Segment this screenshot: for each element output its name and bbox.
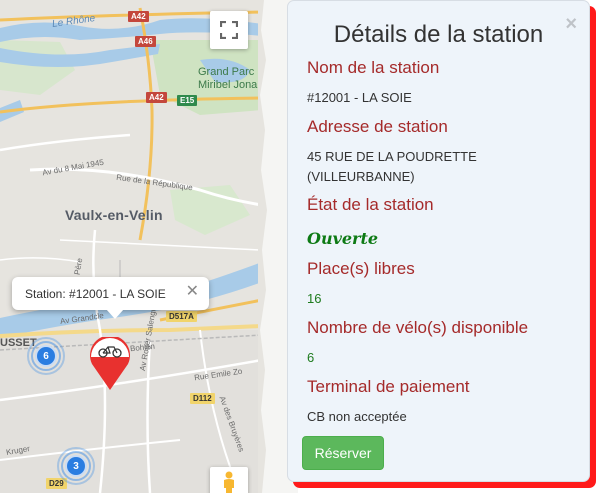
fullscreen-button[interactable] xyxy=(210,11,248,49)
available-bikes-label: Nombre de vélo(s) disponible xyxy=(307,318,529,337)
station-address-label: Adresse de station xyxy=(307,117,448,136)
marker-cluster[interactable]: 3 xyxy=(57,447,95,485)
road-badge-d112: D112 xyxy=(190,393,215,404)
fullscreen-icon xyxy=(220,21,238,39)
bike-station-marker-icon[interactable] xyxy=(89,337,131,391)
marker-cluster[interactable]: 6 xyxy=(27,337,65,375)
cluster-count: 3 xyxy=(65,455,87,477)
station-name-label: Nom de la station xyxy=(307,58,440,77)
info-window-tail xyxy=(106,309,124,319)
info-window-close-icon[interactable]: ✕ xyxy=(186,284,199,300)
road-badge-a46: A46 xyxy=(135,36,156,47)
station-state-value: Ouverte xyxy=(307,229,379,248)
road-badge-a42-mid: A42 xyxy=(146,92,167,103)
map-info-window: Station: #12001 - LA SOIE ✕ xyxy=(12,277,209,319)
free-slots-value: 16 xyxy=(307,291,322,306)
station-state-label: État de la station xyxy=(307,195,434,214)
station-name-value: #12001 - LA SOIE xyxy=(307,90,412,105)
panel-title: Détails de la station xyxy=(333,21,544,48)
map-view[interactable]: Le Rhône Grand Parc Miribel Jona Av du 8… xyxy=(0,0,262,493)
station-address-line2: (VILLEURBANNE) xyxy=(307,169,415,184)
road-badge-d517a: D517A xyxy=(166,311,197,322)
available-bikes-value: 6 xyxy=(307,350,315,365)
street-view-pegman-icon xyxy=(224,471,234,493)
park-label-line2: Miribel Jona xyxy=(198,79,258,91)
free-slots-label: Place(s) libres xyxy=(307,259,415,278)
info-window-text: Station: #12001 - LA SOIE xyxy=(25,286,166,301)
road-badge-a42-top: A42 xyxy=(128,11,149,22)
street-view-button[interactable] xyxy=(210,467,248,493)
close-icon[interactable]: × xyxy=(565,14,577,34)
station-details-panel: × Détails de la station Nom de la statio… xyxy=(287,0,590,482)
reserve-button[interactable]: Réserver xyxy=(302,436,384,470)
payment-terminal-value: CB non acceptée xyxy=(307,409,407,424)
station-address-line1: 45 RUE DE LA POUDRETTE xyxy=(307,149,477,164)
cluster-count: 6 xyxy=(35,345,57,367)
park-label-line1: Grand Parc xyxy=(198,66,255,78)
payment-terminal-label: Terminal de paiement xyxy=(307,377,470,396)
city-label: Vaulx-en-Velin xyxy=(65,207,163,223)
road-badge-e15: E15 xyxy=(177,95,198,106)
